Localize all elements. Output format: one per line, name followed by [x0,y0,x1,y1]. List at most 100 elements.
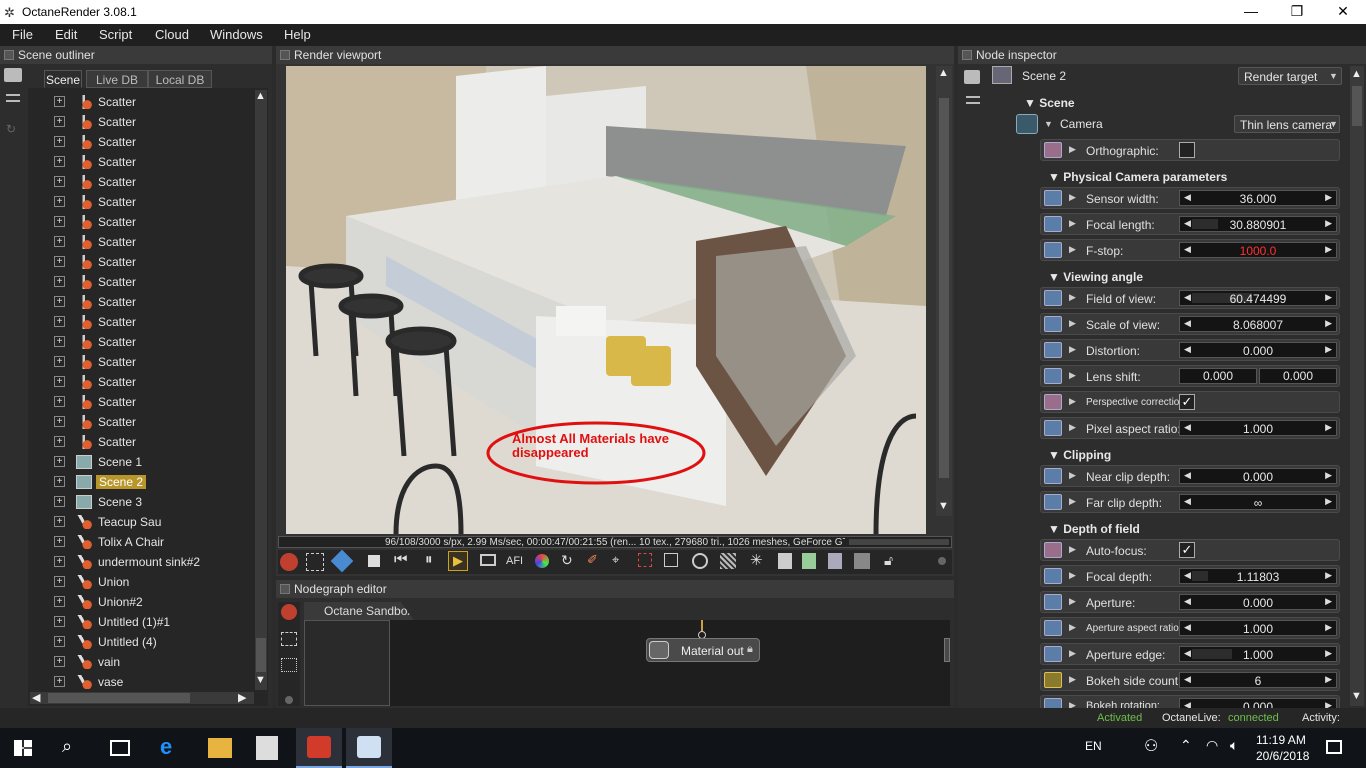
tree-item[interactable]: + Union [50,572,250,592]
focal-depth-slider[interactable]: ◀ 1.11803 ▶ [1179,568,1337,584]
checker-icon[interactable] [720,553,736,569]
octane-taskbar-button[interactable] [346,728,392,768]
picker-icon[interactable]: ✐ [587,552,598,568]
expand-icon[interactable]: + [54,576,65,587]
tree-item[interactable]: + Scatter [50,192,250,212]
tree-item[interactable]: + Scene 2 [50,472,250,492]
node-type-dropdown[interactable]: Render target ▼ [1238,67,1342,85]
expand-icon[interactable]: + [54,176,65,187]
expand-icon[interactable]: + [54,456,65,467]
grid-icon[interactable] [281,658,297,672]
clock-time[interactable]: 11:19 AM [1256,733,1306,747]
scroll-up-icon[interactable]: ▲ [938,67,949,79]
viewport-vscrollbar[interactable]: ▲ ▼ [936,66,952,516]
region-icon[interactable] [306,553,324,571]
stop-icon[interactable] [368,555,380,567]
node-lock-icon[interactable]: 🔒︎ [747,643,753,656]
outliner-hscrollbar[interactable]: ◀ ▶ [30,692,254,704]
task-view-icon[interactable] [110,740,130,756]
expand-icon[interactable]: + [54,436,65,447]
expand-icon[interactable]: + [54,276,65,287]
expand-icon[interactable]: + [54,316,65,327]
aperture-aspect-slider[interactable]: ◀ 1.000 ▶ [1179,620,1337,636]
nodegraph-canvas[interactable]: Material out 🔒︎ [304,620,950,706]
tree-item[interactable]: + Scene 3 [50,492,250,512]
expand-icon[interactable]: + [54,236,65,247]
render-image[interactable]: Almost All Materials have disappeared [286,66,926,534]
play-icon[interactable]: ▶ [448,551,468,571]
panel-toggle-icon[interactable] [280,584,290,594]
scale-of-view-slider[interactable]: ◀ 8.068007 ▶ [1179,316,1337,332]
aperture-slider[interactable]: ◀ 0.000 ▶ [1179,594,1337,610]
scroll-thumb[interactable] [1352,86,1362,126]
tree-item[interactable]: + Scatter [50,212,250,232]
panel-toggle-icon[interactable] [280,50,290,60]
lock-icon[interactable]: 🔓︎ [884,552,893,569]
expand-icon[interactable]: + [54,336,65,347]
far-clip-slider[interactable]: ◀ ∞ ▶ [1179,494,1337,510]
panel-toggle-icon[interactable] [4,50,14,60]
arrange-icon[interactable] [281,632,297,646]
expand-icon[interactable]: + [54,156,65,167]
tray-chevron-icon[interactable]: ⌃ [1180,737,1192,754]
layers-icon[interactable] [4,68,22,82]
bokeh-count-slider[interactable]: ◀ 6 ▶ [1179,672,1337,688]
perspective-correction-checkbox[interactable]: ✓ [1179,394,1195,410]
file-explorer-icon[interactable] [208,738,232,758]
tree-item[interactable]: + Scatter [50,232,250,252]
scroll-down-icon[interactable]: ▼ [1351,690,1362,702]
maximize-button[interactable]: ❐ [1274,0,1320,24]
tab-octane-sandbox[interactable]: Octane Sandbox [304,602,414,620]
close-button[interactable]: ✕ [1320,0,1366,24]
tree-item[interactable]: + Union#2 [50,592,250,612]
expand-icon[interactable]: + [54,516,65,527]
tree-item[interactable]: + Scatter [50,252,250,272]
tree-item[interactable]: + Scatter [50,352,250,372]
clipping-section-header[interactable]: ▼ Clipping [1048,448,1111,462]
tree-item[interactable]: + vain [50,652,250,672]
scroll-left-icon[interactable]: ◀ [32,691,40,704]
expand-icon[interactable]: + [54,636,65,647]
tree-item[interactable]: + Scatter [50,152,250,172]
tree-item[interactable]: + Scatter [50,172,250,192]
fov-slider[interactable]: ◀ 60.474499 ▶ [1179,290,1337,306]
list-icon[interactable] [966,96,980,104]
sketchup-taskbar-button[interactable] [296,728,342,768]
render-hscroll[interactable] [849,539,949,545]
refresh-icon[interactable]: ↻ [6,122,16,136]
dof-section-header[interactable]: ▼ Depth of field [1048,522,1140,536]
expand-icon[interactable]: + [54,596,65,607]
nodegraph-minimap[interactable] [304,620,390,706]
scroll-down-icon[interactable]: ▼ [938,500,949,512]
expand-icon[interactable]: + [54,656,65,667]
tree-item[interactable]: + Scatter [50,92,250,112]
expand-icon[interactable]: + [54,416,65,427]
menu-windows[interactable]: Windows [210,27,263,42]
menu-help[interactable]: Help [284,27,311,42]
expand-icon[interactable]: + [54,216,65,227]
clay-icon[interactable] [854,553,870,569]
scroll-thumb[interactable] [256,638,266,672]
tree-item[interactable]: + vase [50,672,250,692]
expand-icon[interactable]: + [54,256,65,267]
edge-browser-icon[interactable]: e [160,734,172,760]
pixel-aspect-slider[interactable]: ◀ 1.000 ▶ [1179,420,1337,436]
expand-icon[interactable]: + [54,136,65,147]
start-icon[interactable] [14,740,32,756]
expand-icon[interactable]: + [54,556,65,567]
near-clip-slider[interactable]: ◀ 0.000 ▶ [1179,468,1337,484]
rotate-icon[interactable]: ↻ [561,552,573,569]
people-icon[interactable]: ⚇ [1144,736,1158,756]
tree-item[interactable]: + Scatter [50,132,250,152]
expand-icon[interactable]: + [54,476,65,487]
menu-script[interactable]: Script [99,27,132,42]
expand-icon[interactable]: + [54,396,65,407]
inspector-vscrollbar[interactable]: ▲ ▼ [1350,66,1364,706]
list-icon[interactable] [6,94,20,102]
minimize-button[interactable]: — [1228,0,1274,24]
viewing-section-header[interactable]: ▼ Viewing angle [1048,270,1143,284]
menu-file[interactable]: File [12,27,33,42]
fstop-slider[interactable]: ◀ 1000.0 ▶ [1179,242,1337,258]
aperture-edge-slider[interactable]: ◀ 1.000 ▶ [1179,646,1337,662]
outliner-vscrollbar[interactable]: ▲ ▼ [255,90,267,690]
